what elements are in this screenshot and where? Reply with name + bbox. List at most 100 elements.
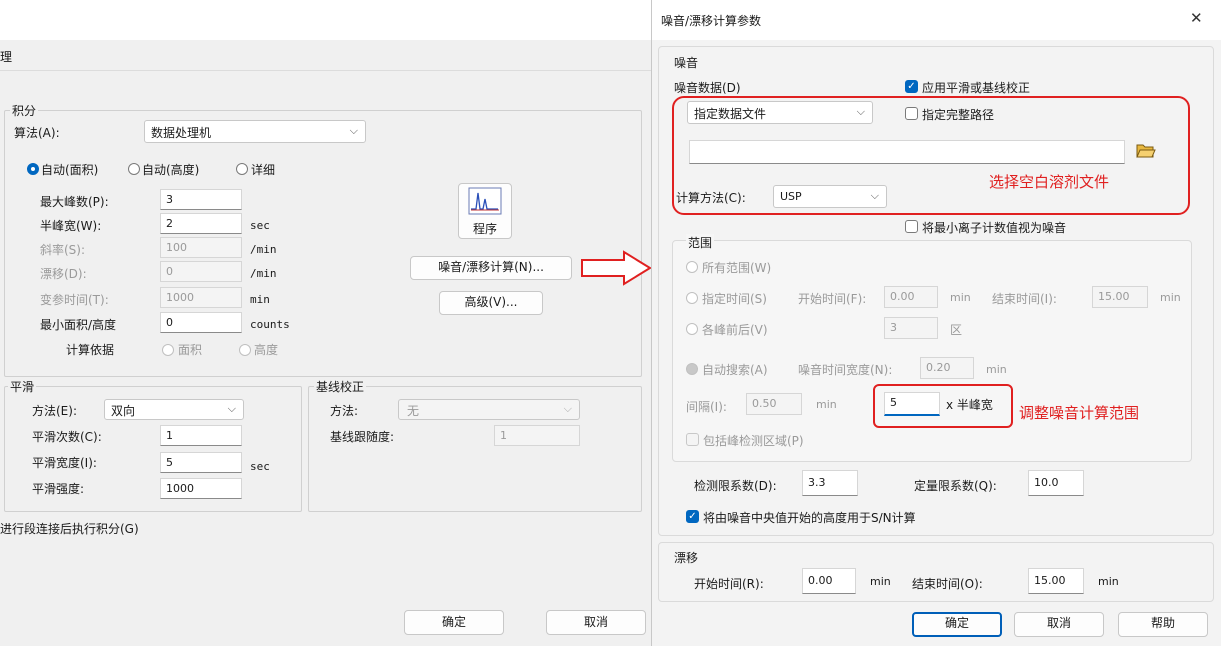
calc-method-select[interactable]: USP ⌵ <box>773 185 887 208</box>
each-peak-label: 各峰前后(V) <box>702 323 768 337</box>
range-start-input[interactable]: 0.00 <box>884 286 938 308</box>
blank-solvent-annotation: 选择空白溶剂文件 <box>989 173 1110 191</box>
detection-limit-label: 检测限系数(D): <box>694 479 777 493</box>
chromatogram-icon <box>468 187 502 215</box>
mode-auto-height-label: 自动(高度) <box>142 163 200 177</box>
drift-label: 漂移(D): <box>40 267 87 281</box>
noise-data-select[interactable]: 指定数据文件 ⌵ <box>687 101 873 124</box>
noise-drift-dialog: 噪音/漂移计算参数 ✕ 噪音 噪音数据(D) ✓ 应用平滑或基线校正 指定数据文… <box>651 0 1221 646</box>
algorithm-label: 算法(A): <box>14 126 60 140</box>
min-ion-checkbox[interactable] <box>905 220 918 233</box>
baseline-tracking-input[interactable]: 1 <box>494 425 580 446</box>
smooth-method-label: 方法(E): <box>32 404 77 418</box>
chevron-down-icon: ⌵ <box>227 402 236 415</box>
algorithm-select[interactable]: 数据处理机 ⌵ <box>144 120 366 143</box>
basis-area-radio[interactable] <box>162 344 174 356</box>
noise-width-label: 噪音时间宽度(N): <box>798 363 893 377</box>
file-path-input[interactable] <box>689 140 1125 164</box>
ok-button[interactable]: 确定 <box>912 612 1002 637</box>
smooth-count-label: 平滑次数(C): <box>32 430 102 444</box>
max-peaks-label: 最大峰数(P): <box>40 195 109 209</box>
specified-time-radio[interactable] <box>686 292 698 304</box>
full-path-checkbox[interactable] <box>905 107 918 120</box>
slope-input[interactable]: 100 <box>160 237 242 258</box>
range-start-label: 开始时间(F): <box>798 292 867 306</box>
detection-limit-input[interactable]: 3.3 <box>802 470 858 496</box>
half-width-input[interactable]: 2 <box>160 213 242 234</box>
tdbl-unit: min <box>250 293 270 306</box>
drift-start-input[interactable]: 0.00 <box>802 568 856 594</box>
close-icon[interactable]: ✕ <box>1190 9 1203 27</box>
each-peak-input[interactable]: 3 <box>884 317 938 339</box>
smooth-strength-input[interactable]: 1000 <box>160 478 242 499</box>
mode-detail-label: 详细 <box>251 163 276 177</box>
slope-unit: /min <box>250 243 277 256</box>
drift-end-input[interactable]: 15.00 <box>1028 568 1084 594</box>
quant-limit-input[interactable]: 10.0 <box>1028 470 1084 496</box>
open-folder-icon[interactable] <box>1135 140 1159 162</box>
mode-auto-area-radio[interactable] <box>27 163 39 175</box>
smooth-method-select[interactable]: 双向 ⌵ <box>104 399 244 420</box>
integration-group <box>4 110 642 377</box>
title-bar: 噪音/漂移计算参数 ✕ <box>652 0 1221 40</box>
noise-width-input[interactable]: 0.20 <box>920 357 974 379</box>
calc-method-value: USP <box>780 190 802 203</box>
segment-integrate-label: 进行段连接后执行积分(G) <box>0 522 139 536</box>
mode-detail-radio[interactable] <box>236 163 248 175</box>
apply-smoothing-checkbox[interactable]: ✓ <box>905 80 918 93</box>
mode-auto-height-radio[interactable] <box>128 163 140 175</box>
half-width-multiplier-input[interactable]: 5 <box>884 392 940 416</box>
chevron-down-icon: ⌵ <box>870 189 879 202</box>
median-sn-checkbox[interactable]: ✓ <box>686 510 699 523</box>
min-ion-label: 将最小离子计数值视为噪音 <box>922 221 1067 235</box>
auto-search-radio[interactable] <box>686 363 698 375</box>
basis-label: 计算依据 <box>66 343 115 357</box>
left-title-bar <box>0 0 651 40</box>
tdbl-input[interactable]: 1000 <box>160 287 242 308</box>
min-area-input[interactable]: 0 <box>160 312 242 333</box>
left-ok-button[interactable]: 确定 <box>404 610 504 635</box>
max-peaks-input[interactable]: 3 <box>160 189 242 210</box>
baseline-method-label: 方法: <box>330 404 359 418</box>
baseline-method-select[interactable]: 无 ⌵ <box>398 399 580 420</box>
baseline-group-label: 基线校正 <box>314 378 367 395</box>
median-sn-label: 将由噪音中央值开始的高度用于S/N计算 <box>703 511 916 525</box>
program-button[interactable]: 程序 <box>458 183 512 239</box>
apply-smoothing-label: 应用平滑或基线校正 <box>922 81 1031 95</box>
drift-input[interactable]: 0 <box>160 261 242 282</box>
baseline-method-value: 无 <box>407 404 420 418</box>
smooth-width-input[interactable]: 5 <box>160 452 242 473</box>
each-peak-radio[interactable] <box>686 323 698 335</box>
smooth-width-label: 平滑宽度(I): <box>32 456 97 470</box>
chevron-down-icon: ⌵ <box>349 124 358 137</box>
drift-section <box>658 542 1214 602</box>
left-cancel-button[interactable]: 取消 <box>546 610 646 635</box>
tdbl-label: 变参时间(T): <box>40 293 109 307</box>
noise-section-label: 噪音 <box>674 56 699 70</box>
smooth-count-input[interactable]: 1 <box>160 425 242 446</box>
smooth-method-value: 双向 <box>111 404 136 418</box>
basis-height-radio[interactable] <box>239 344 251 356</box>
drift-unit: /min <box>250 267 277 280</box>
half-width-multiplier-unit: x 半峰宽 <box>946 398 993 412</box>
interval-input[interactable]: 0.50 <box>746 393 802 415</box>
basis-height-label: 高度 <box>254 343 279 357</box>
each-peak-unit: 区 <box>950 323 963 337</box>
smoothing-group-label: 平滑 <box>8 378 37 395</box>
drift-end-label: 结束时间(O): <box>912 577 983 591</box>
cancel-button[interactable]: 取消 <box>1014 612 1104 637</box>
help-button[interactable]: 帮助 <box>1118 612 1208 637</box>
all-range-label: 所有范围(W) <box>702 261 772 275</box>
all-range-radio[interactable] <box>686 261 698 273</box>
left-title-fragment: 理 <box>0 50 13 64</box>
drift-start-unit: min <box>870 575 891 588</box>
range-end-input[interactable]: 15.00 <box>1092 286 1148 308</box>
specified-time-label: 指定时间(S) <box>702 292 767 306</box>
min-area-unit: counts <box>250 318 290 331</box>
basis-area-label: 面积 <box>178 343 203 357</box>
arrow-right-icon <box>581 250 652 286</box>
include-peak-checkbox[interactable] <box>686 433 699 446</box>
chevron-down-icon: ⌵ <box>856 105 865 118</box>
noise-drift-button[interactable]: 噪音/漂移计算(N)... <box>410 256 572 280</box>
advanced-button[interactable]: 高级(V)... <box>439 291 543 315</box>
